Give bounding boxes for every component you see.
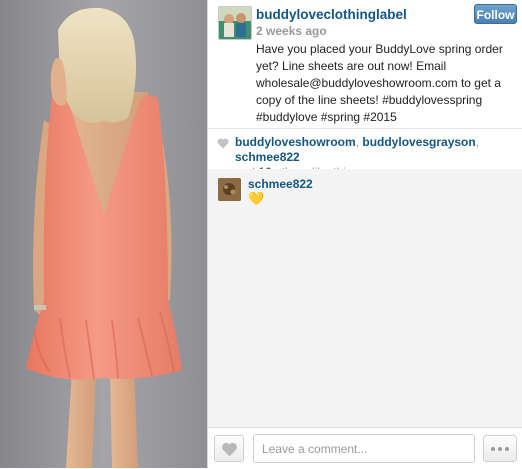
model-dress-image bbox=[0, 0, 207, 468]
comment-bar bbox=[208, 427, 522, 469]
post-details-panel: buddyloveclothinglabel 2 weeks ago Follo… bbox=[207, 0, 522, 469]
comment-text: 💛 bbox=[248, 191, 265, 206]
more-options-button[interactable] bbox=[483, 435, 517, 462]
liker-link[interactable]: schmee822 bbox=[235, 150, 300, 164]
ellipsis-icon bbox=[498, 446, 502, 451]
comment-input[interactable] bbox=[253, 434, 475, 463]
post-header: buddyloveclothinglabel 2 weeks ago Follo… bbox=[208, 0, 522, 128]
commenter-avatar[interactable] bbox=[218, 178, 241, 201]
liker-link[interactable]: buddylovesgrayson bbox=[362, 135, 475, 149]
heart-icon bbox=[217, 138, 229, 149]
heart-icon bbox=[222, 442, 237, 457]
commenter-avatar-image bbox=[218, 178, 241, 201]
follow-button[interactable]: Follow bbox=[474, 4, 517, 24]
likes-section: buddyloveshowroom, buddylovesgrayson, sc… bbox=[208, 129, 522, 179]
post-username[interactable]: buddyloveclothinglabel bbox=[256, 7, 407, 22]
post-timestamp[interactable]: 2 weeks ago bbox=[256, 24, 327, 38]
post-caption: Have you placed your BuddyLove spring or… bbox=[256, 42, 503, 124]
post-photo bbox=[0, 0, 207, 468]
comments-list: schmee822 💛 bbox=[208, 169, 522, 427]
ellipsis-icon bbox=[505, 446, 509, 451]
user-avatar[interactable] bbox=[218, 6, 252, 40]
liker-separator: , bbox=[475, 135, 480, 149]
comment-username[interactable]: schmee822 bbox=[248, 177, 313, 191]
ellipsis-icon bbox=[491, 446, 495, 451]
liker-link[interactable]: buddyloveshowroom bbox=[235, 135, 356, 149]
avatar-image bbox=[219, 7, 251, 39]
like-button[interactable] bbox=[214, 435, 244, 462]
